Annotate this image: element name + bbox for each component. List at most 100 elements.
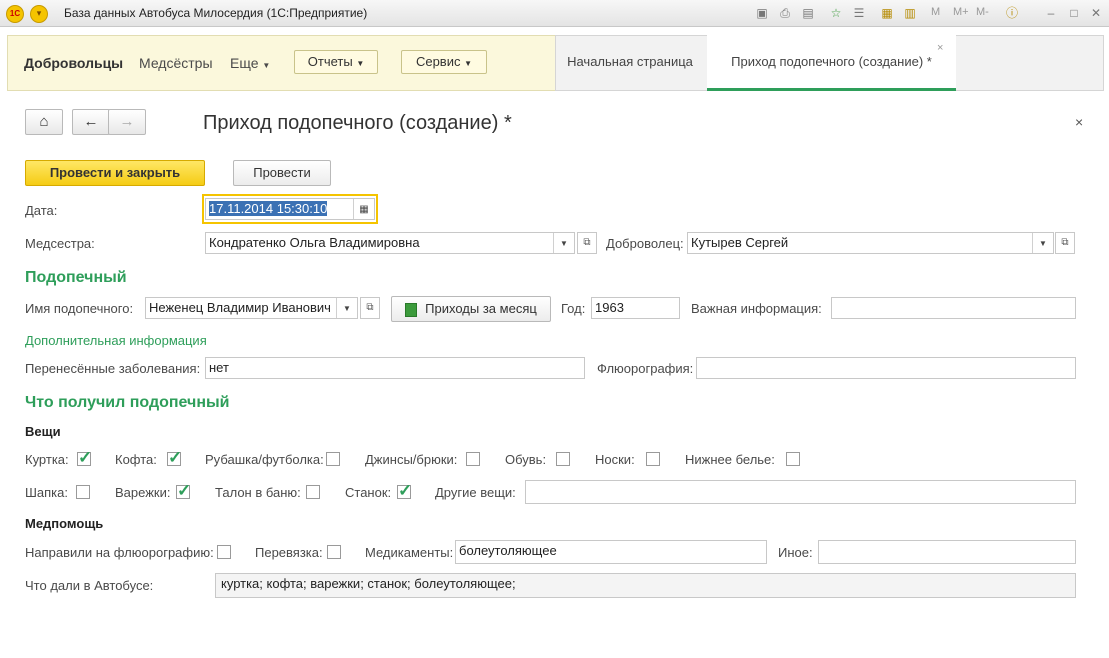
ward-name-value: Неженец Владимир Иванович — [149, 300, 331, 315]
volunteer-value: Кутырев Сергей — [691, 235, 789, 250]
date-field[interactable]: 17.11.2014 15:30:10 ▦ — [205, 198, 375, 220]
diseases-field[interactable]: нет — [205, 357, 585, 379]
xray-field[interactable] — [696, 357, 1076, 379]
history-icon[interactable]: ☰ — [851, 5, 867, 21]
tab-ward-arrival[interactable]: Приход подопечного (создание) * — [707, 35, 956, 91]
memory-plus-icon[interactable]: M+ — [953, 6, 969, 18]
bath-ticket-checkbox[interactable] — [306, 485, 320, 499]
med-group-title: Медпомощь — [25, 516, 104, 531]
form-title: Приход подопечного (создание) * — [203, 112, 512, 134]
ward-section-title: Подопечный — [25, 269, 127, 286]
xray-label: Флюорография: — [597, 361, 694, 376]
chevron-down-icon[interactable]: ▼ — [553, 233, 574, 253]
chevron-down-icon[interactable]: ▼ — [336, 298, 357, 318]
monthly-arrivals-button[interactable]: Приходы за месяц — [391, 296, 551, 322]
jeans-label: Джинсы/брюки: — [365, 452, 458, 467]
razor-checkbox[interactable] — [397, 481, 412, 501]
shirt-label: Рубашка/футболка: — [205, 452, 324, 467]
calendar-icon[interactable]: ▥ — [902, 5, 918, 21]
calendar-picker-icon[interactable]: ▦ — [353, 199, 374, 219]
save-icon[interactable]: ▣ — [754, 5, 770, 21]
tab-close-icon[interactable]: × — [937, 42, 943, 54]
socks-checkbox[interactable] — [646, 452, 660, 466]
things-group-title: Вещи — [25, 424, 61, 439]
monthly-arrivals-label: Приходы за месяц — [425, 301, 537, 316]
given-label: Что дали в Автобусе: — [25, 578, 154, 593]
favorites-icon[interactable]: ☆ — [828, 5, 844, 21]
memory-m-icon[interactable]: M — [931, 6, 940, 18]
maximize-icon[interactable]: □ — [1066, 5, 1082, 21]
year-field[interactable]: 1963 — [591, 297, 680, 319]
hat-label: Шапка: — [25, 485, 68, 500]
close-form-icon[interactable]: × — [1075, 114, 1083, 130]
xray-sent-checkbox[interactable] — [217, 545, 231, 559]
chevron-down-icon: ▼ — [464, 59, 473, 68]
nurse-field[interactable]: Кондратенко Ольга Владимировна ▼ — [205, 232, 575, 254]
post-and-close-button[interactable]: Провести и закрыть — [25, 160, 205, 186]
misc-field[interactable] — [818, 540, 1076, 564]
underwear-label: Нижнее белье: — [685, 452, 775, 467]
nurse-open-icon[interactable]: ⧉ — [577, 232, 597, 254]
shirt-checkbox[interactable] — [326, 452, 340, 466]
service-button[interactable]: Сервис ▼ — [401, 50, 487, 74]
main-menu-icon[interactable]: ▾ — [30, 5, 48, 23]
other-things-field[interactable] — [525, 480, 1076, 504]
meds-label: Медикаменты: — [365, 545, 454, 560]
reports-label: Отчеты — [307, 54, 353, 69]
received-section-title: Что получил подопечный — [25, 394, 230, 411]
app-logo-icon[interactable]: 1С — [6, 5, 24, 23]
important-info-field[interactable] — [831, 297, 1076, 319]
calculator-icon[interactable]: ▦ — [879, 5, 895, 21]
jacket-checkbox[interactable] — [77, 448, 92, 468]
shoes-checkbox[interactable] — [556, 452, 570, 466]
given-field[interactable]: куртка; кофта; варежки; станок; болеутол… — [215, 573, 1076, 598]
report-icon — [405, 302, 418, 317]
sweater-checkbox[interactable] — [167, 448, 182, 468]
hat-checkbox[interactable] — [76, 485, 90, 499]
bandage-label: Перевязка: — [255, 545, 323, 560]
window-title: База данных Автобуса Милосердия (1С:Пред… — [64, 6, 368, 20]
reports-button[interactable]: Отчеты ▼ — [294, 50, 378, 74]
nav-volunteers[interactable]: Добровольцы — [24, 55, 123, 71]
jeans-checkbox[interactable] — [466, 452, 480, 466]
ward-open-icon[interactable]: ⧉ — [360, 297, 380, 319]
back-button[interactable]: ← — [72, 109, 110, 135]
nurse-value: Кондратенко Ольга Владимировна — [209, 235, 420, 250]
print-icon[interactable]: ⎙ — [777, 5, 793, 21]
tab-home[interactable]: Начальная страница — [556, 35, 704, 88]
extra-info-link[interactable]: Дополнительная информация — [25, 333, 207, 348]
chevron-down-icon[interactable]: ▼ — [1032, 233, 1053, 253]
nav-more[interactable]: Еще ▼ — [230, 55, 270, 71]
preview-icon[interactable]: ▤ — [800, 5, 816, 21]
volunteer-label: Доброволец: — [606, 236, 684, 251]
home-button[interactable]: ⌂ — [25, 109, 63, 135]
socks-label: Носки: — [595, 452, 635, 467]
forward-button[interactable]: → — [108, 109, 146, 135]
chevron-down-icon: ▼ — [262, 61, 271, 70]
chevron-down-icon: ▼ — [356, 59, 365, 68]
info-icon[interactable]: ⓘ — [1004, 5, 1020, 21]
post-button[interactable]: Провести — [233, 160, 331, 186]
volunteer-open-icon[interactable]: ⧉ — [1055, 232, 1075, 254]
razor-label: Станок: — [345, 485, 392, 500]
year-label: Год: — [561, 301, 586, 316]
underwear-checkbox[interactable] — [786, 452, 800, 466]
xray-sent-label: Направили на флюорографию: — [25, 545, 214, 560]
shoes-label: Обувь: — [505, 452, 547, 467]
memory-minus-icon[interactable]: M- — [976, 6, 989, 18]
sweater-label: Кофта: — [115, 452, 157, 467]
meds-field[interactable]: болеутоляющее — [455, 540, 767, 564]
ward-name-label: Имя подопечного: — [25, 301, 134, 316]
date-label: Дата: — [25, 203, 58, 218]
volunteer-field[interactable]: Кутырев Сергей ▼ — [687, 232, 1054, 254]
mittens-label: Варежки: — [115, 485, 171, 500]
ward-name-field[interactable]: Неженец Владимир Иванович ▼ — [145, 297, 358, 319]
nurse-label: Медсестра: — [25, 236, 95, 251]
bandage-checkbox[interactable] — [327, 545, 341, 559]
minimize-icon[interactable]: – — [1043, 5, 1059, 21]
close-window-icon[interactable]: ✕ — [1088, 5, 1104, 21]
jacket-label: Куртка: — [25, 452, 69, 467]
mittens-checkbox[interactable] — [176, 481, 191, 501]
nav-nurses[interactable]: Медсёстры — [139, 55, 213, 71]
date-value: 17.11.2014 15:30:10 — [209, 201, 328, 216]
